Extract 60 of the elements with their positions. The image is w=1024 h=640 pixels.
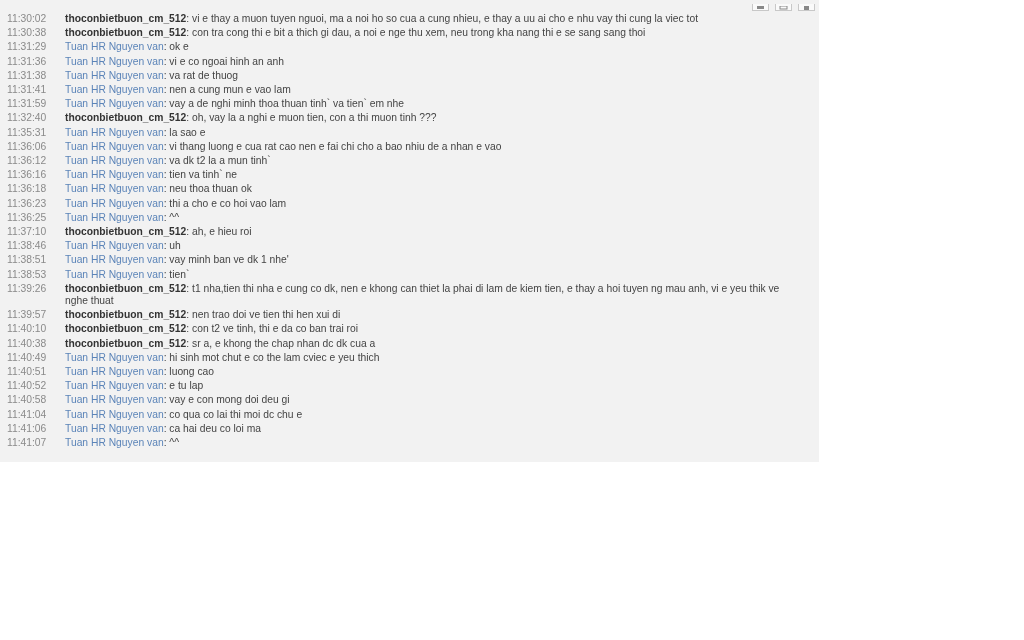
chat-message: Tuan HR Nguyen van: vay e con mong doi deu gi — [65, 394, 291, 407]
chat-message: Tuan HR Nguyen van: vi thang luong e cua rat cao nen e fai chi cho a bao nhiu de a nhan e vao — [65, 140, 503, 154]
chat-message: Tuan HR Nguyen van: nen a cung mun e vao lam — [65, 84, 292, 97]
message-time: 11:41:04 — [7, 408, 48, 421]
message-time: 11:40:49 — [7, 351, 48, 365]
chat-message: Tuan HR Nguyen van: vi e co ngoai hinh an anh — [65, 55, 285, 68]
chat-message: Tuan HR Nguyen van: uh — [65, 240, 182, 253]
message-time: 11:35:31 — [7, 126, 48, 139]
message-time: 11:41:07 — [7, 437, 48, 450]
chat-message: thoconbietbuon_cm_512: t1 nha,tien thi nha e cung co dk, nen e khong can thiet la phai di lam de kiem tien, e thay a hoi tuyen ng mau anh, vi e yeu thik ve nghe thuat — [65, 282, 781, 308]
message-time: 11:39:57 — [7, 309, 48, 322]
chat-message: thoconbietbuon_cm_512: con tra cong thi e bit a thich gi dau, a noi e nge thu xem, neu trong kha nang thi e se sang sang thoi — [65, 27, 647, 40]
message-time: 11:40:10 — [7, 323, 48, 336]
message-time: 11:32:40 — [7, 112, 48, 125]
chat-message: thoconbietbuon_cm_512: oh, vay la a nghi e muon tien, con a thi muon tinh ??? — [65, 112, 438, 125]
chat-message: Tuan HR Nguyen van: vay a de nghi minh thoa thuan tinh` va tien` em nhe — [65, 98, 406, 111]
message-time: 11:39:26 — [7, 282, 48, 296]
chat-message: Tuan HR Nguyen van: ca hai deu co loi ma — [65, 422, 262, 436]
message-time: 11:40:52 — [7, 380, 48, 393]
chat-message: Tuan HR Nguyen van: va dk t2 la a mun tinh` — [65, 155, 272, 168]
message-time: 11:31:36 — [7, 55, 48, 68]
chat-message: Tuan HR Nguyen van: la sao e — [65, 126, 207, 139]
chat-message: thoconbietbuon_cm_512: vi e thay a muon tuyen nguoi, ma a noi ho so cua a cung nhieu, e thay a uu ai cho e nhu vay thi cung la viec tot — [65, 13, 700, 26]
message-time: 11:36:18 — [7, 183, 48, 196]
chat-message: thoconbietbuon_cm_512: con t2 ve tinh, thi e da co ban trai roi — [65, 323, 359, 336]
message-time: 11:36:23 — [7, 197, 48, 210]
message-time: 11:38:46 — [7, 240, 48, 253]
chat-message: Tuan HR Nguyen van: ^^ — [65, 437, 181, 450]
chat-message: Tuan HR Nguyen van: ^^ — [65, 211, 181, 225]
message-time: 11:38:51 — [7, 254, 48, 267]
message-time: 11:30:38 — [7, 27, 48, 40]
chat-message: Tuan HR Nguyen van: ok e — [65, 41, 190, 54]
message-time: 11:40:51 — [7, 366, 48, 379]
message-time: 11:41:06 — [7, 422, 48, 436]
message-time: 11:36:16 — [7, 169, 48, 182]
message-time: 11:36:12 — [7, 155, 48, 168]
chat-message: thoconbietbuon_cm_512: ah, e hieu roi — [65, 226, 253, 239]
chat-message: Tuan HR Nguyen van: vay minh ban ve dk 1 nhe' — [65, 254, 290, 267]
message-time: 11:31:59 — [7, 98, 48, 111]
chat-message: Tuan HR Nguyen van: tien va tinh` ne — [65, 169, 238, 182]
message-time: 11:36:06 — [7, 140, 48, 154]
message-time: 11:38:53 — [7, 268, 48, 281]
message-time: 11:37:10 — [7, 226, 48, 239]
message-time: 11:31:38 — [7, 69, 48, 82]
chat-message: Tuan HR Nguyen van: e tu lap — [65, 380, 205, 393]
message-time: 11:30:02 — [7, 13, 48, 26]
message-time: 11:31:29 — [7, 41, 48, 54]
message-time: 11:40:38 — [7, 337, 48, 350]
chat-message: Tuan HR Nguyen van: co qua co lai thi moi dc chu e — [65, 408, 304, 421]
message-time: 11:31:41 — [7, 84, 48, 97]
chat-message: Tuan HR Nguyen van: tien` — [65, 268, 191, 281]
chat-message: Tuan HR Nguyen van: thi a cho e co hoi vao lam — [65, 197, 288, 210]
chat-message: Tuan HR Nguyen van: hi sinh mot chut e co the lam cviec e yeu thich — [65, 351, 381, 365]
chat-message: thoconbietbuon_cm_512: sr a, e khong the chap nhan dc dk cua a — [65, 337, 377, 350]
chat-message: Tuan HR Nguyen van: va rat de thuog — [65, 69, 240, 82]
message-time: 11:40:58 — [7, 394, 48, 407]
chat-message: Tuan HR Nguyen van: luong cao — [65, 366, 216, 379]
message-time: 11:36:25 — [7, 211, 48, 225]
chat-message: thoconbietbuon_cm_512: nen trao doi ve tien thi hen xui di — [65, 309, 342, 322]
chat-message: Tuan HR Nguyen van: neu thoa thuan ok — [65, 183, 253, 196]
